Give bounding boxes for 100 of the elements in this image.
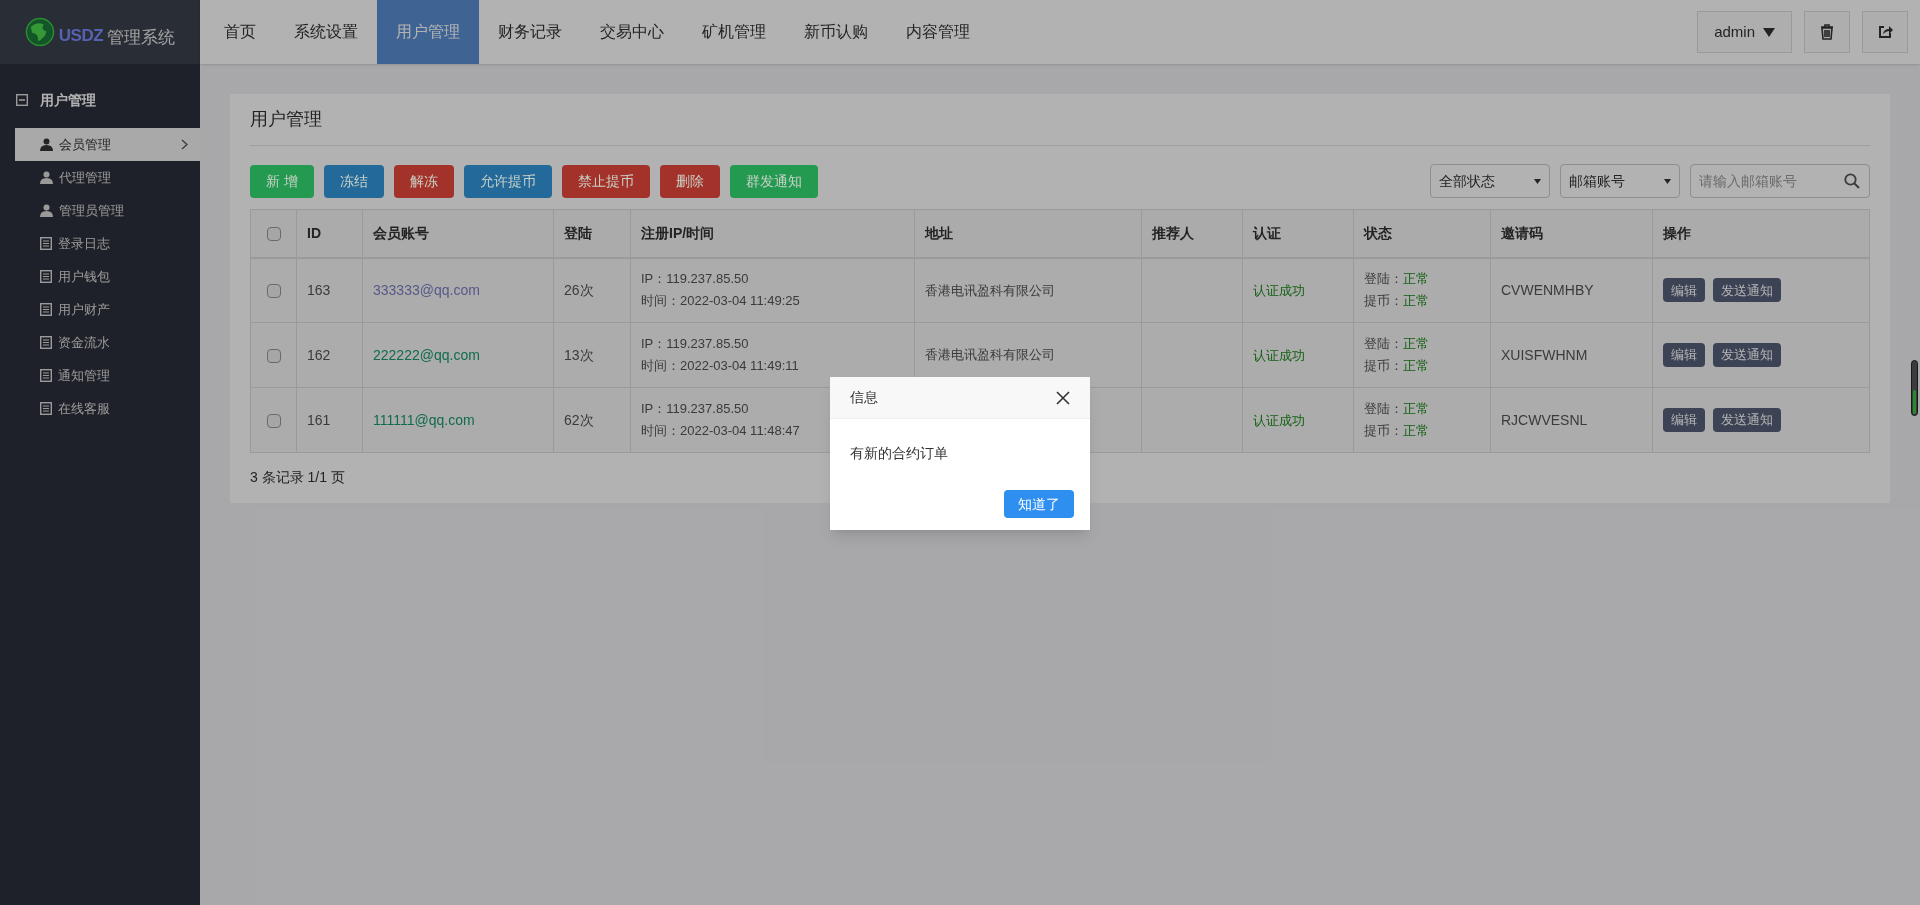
caret-icon (1763, 27, 1775, 37)
table-cell: RJCWVESNL (1501, 411, 1588, 428)
toolbar-button[interactable]: 解冻 (393, 164, 454, 198)
logo-text: USDZ (58, 25, 104, 48)
toolbar-button[interactable]: 禁止提币 (561, 164, 650, 198)
select-all-checkbox[interactable] (266, 227, 281, 242)
globe-logo (24, 17, 55, 47)
column-header: ID (307, 224, 321, 241)
status-value: 正常 (1403, 422, 1429, 440)
column-header: 推荐人 (1152, 224, 1194, 241)
user-icon (40, 138, 53, 151)
status-label: 登陆： (1364, 270, 1403, 289)
list-icon (40, 237, 52, 250)
action-button[interactable]: 发送通知 (1713, 408, 1781, 432)
close-button[interactable] (1056, 390, 1070, 405)
scroll-indicator (1911, 360, 1918, 416)
table-cell: 163 (307, 281, 331, 298)
list-icon (40, 336, 52, 349)
trash-button[interactable] (1804, 11, 1850, 53)
ip-text: IP：119.237.85.50 (641, 335, 750, 353)
sidebar-item[interactable]: 代理管理 (15, 161, 200, 194)
nav-tab[interactable]: 首页 (205, 0, 275, 64)
sidebar-item[interactable]: 登录日志 (15, 227, 200, 260)
nav-tab[interactable]: 交易中心 (581, 0, 683, 64)
status-value: 正常 (1403, 357, 1429, 375)
sidebar-group[interactable]: 用户管理 (0, 84, 200, 116)
row-checkbox[interactable] (266, 413, 281, 428)
list-icon (40, 369, 52, 382)
sidebar-item[interactable]: 会员管理 (15, 128, 200, 161)
dialog-title: 信息 (850, 388, 878, 407)
ip-text: IP：119.237.85.50 (641, 400, 750, 418)
time-text: 时间：2022-03-04 11:49:11 (641, 357, 800, 375)
status-select[interactable]: 全部状态 (1430, 164, 1550, 198)
action-button[interactable]: 编辑 (1663, 343, 1705, 367)
nav-tab[interactable]: 系统设置 (275, 0, 377, 64)
caret-icon (1664, 178, 1671, 184)
auth-status: 认证成功 (1253, 282, 1305, 298)
app-title: 管理系统 (107, 27, 176, 50)
column-header: 认证 (1253, 224, 1281, 241)
nav-tab[interactable]: 新币认购 (785, 0, 887, 64)
status-label: 提币： (1364, 357, 1403, 375)
ok-button[interactable]: 知道了 (1004, 490, 1074, 518)
user-menu[interactable]: admin (1697, 11, 1792, 53)
time-text: 时间：2022-03-04 11:49:25 (641, 292, 801, 311)
record-count: 3 条记录 1/1 页 (250, 469, 345, 485)
user-icon (40, 171, 53, 184)
sidebar-item[interactable]: 在线客服 (15, 392, 200, 425)
column-header: 会员账号 (373, 224, 429, 241)
column-header: 操作 (1663, 224, 1691, 241)
search-icon (1844, 173, 1860, 189)
sidebar-item[interactable]: 用户财产 (15, 293, 200, 326)
status-label: 登陆： (1364, 335, 1403, 353)
table-cell: 162 (307, 346, 331, 363)
column-header: 登陆 (564, 224, 592, 241)
status-label: 提币： (1364, 292, 1403, 311)
action-button[interactable]: 编辑 (1663, 278, 1705, 303)
sidebar-item[interactable]: 通知管理 (15, 359, 200, 392)
table-cell: 161 (307, 411, 331, 428)
row-checkbox[interactable] (266, 284, 281, 299)
action-button[interactable]: 编辑 (1663, 408, 1705, 432)
sidebar-item[interactable]: 用户钱包 (15, 260, 200, 293)
action-button[interactable]: 发送通知 (1713, 343, 1781, 367)
nav-tab[interactable]: 财务记录 (479, 0, 581, 64)
row-checkbox[interactable] (266, 348, 281, 363)
account-link[interactable]: 333333@qq.com (373, 281, 480, 298)
status-value: 正常 (1403, 335, 1429, 353)
status-label: 提币： (1364, 422, 1403, 440)
dialog-message: 有新的合约订单 (850, 445, 948, 461)
toolbar-button[interactable]: 允许提币 (463, 164, 552, 198)
toolbar-button[interactable]: 删除 (659, 164, 720, 198)
nav-tab[interactable]: 内容管理 (887, 0, 989, 64)
time-text: 时间：2022-03-04 11:48:47 (641, 422, 801, 440)
column-header: 邀请码 (1501, 224, 1543, 241)
ip-text: IP：119.237.85.50 (641, 270, 750, 289)
search-field[interactable]: 请输入邮箱账号 (1690, 164, 1870, 198)
status-label: 登陆： (1364, 400, 1403, 418)
table-cell: 62次 (564, 411, 594, 428)
list-icon (40, 303, 52, 316)
table-cell: 26次 (564, 281, 594, 298)
caret-icon (1534, 178, 1541, 184)
list-icon (40, 270, 52, 283)
panel-title: 用户管理 (250, 108, 322, 131)
toolbar-button[interactable]: 冻结 (323, 164, 384, 198)
chevron-right-icon (181, 139, 188, 150)
share-icon (1877, 24, 1893, 40)
auth-status: 认证成功 (1253, 412, 1305, 428)
column-header: 地址 (925, 224, 953, 241)
sidebar-item[interactable]: 资金流水 (15, 326, 200, 359)
sidebar-item[interactable]: 管理员管理 (15, 194, 200, 227)
status-value: 正常 (1403, 292, 1429, 311)
auth-status: 认证成功 (1253, 347, 1305, 363)
status-value: 正常 (1403, 400, 1429, 418)
logout-button[interactable] (1862, 11, 1908, 53)
column-header: 注册IP/时间 (641, 224, 715, 241)
field-select[interactable]: 邮箱账号 (1560, 164, 1680, 198)
nav-tab[interactable]: 矿机管理 (683, 0, 785, 64)
action-button[interactable]: 发送通知 (1713, 278, 1781, 303)
column-header: 状态 (1364, 224, 1392, 241)
table-cell: XUISFWHNM (1501, 346, 1588, 363)
close-icon (1056, 390, 1070, 405)
